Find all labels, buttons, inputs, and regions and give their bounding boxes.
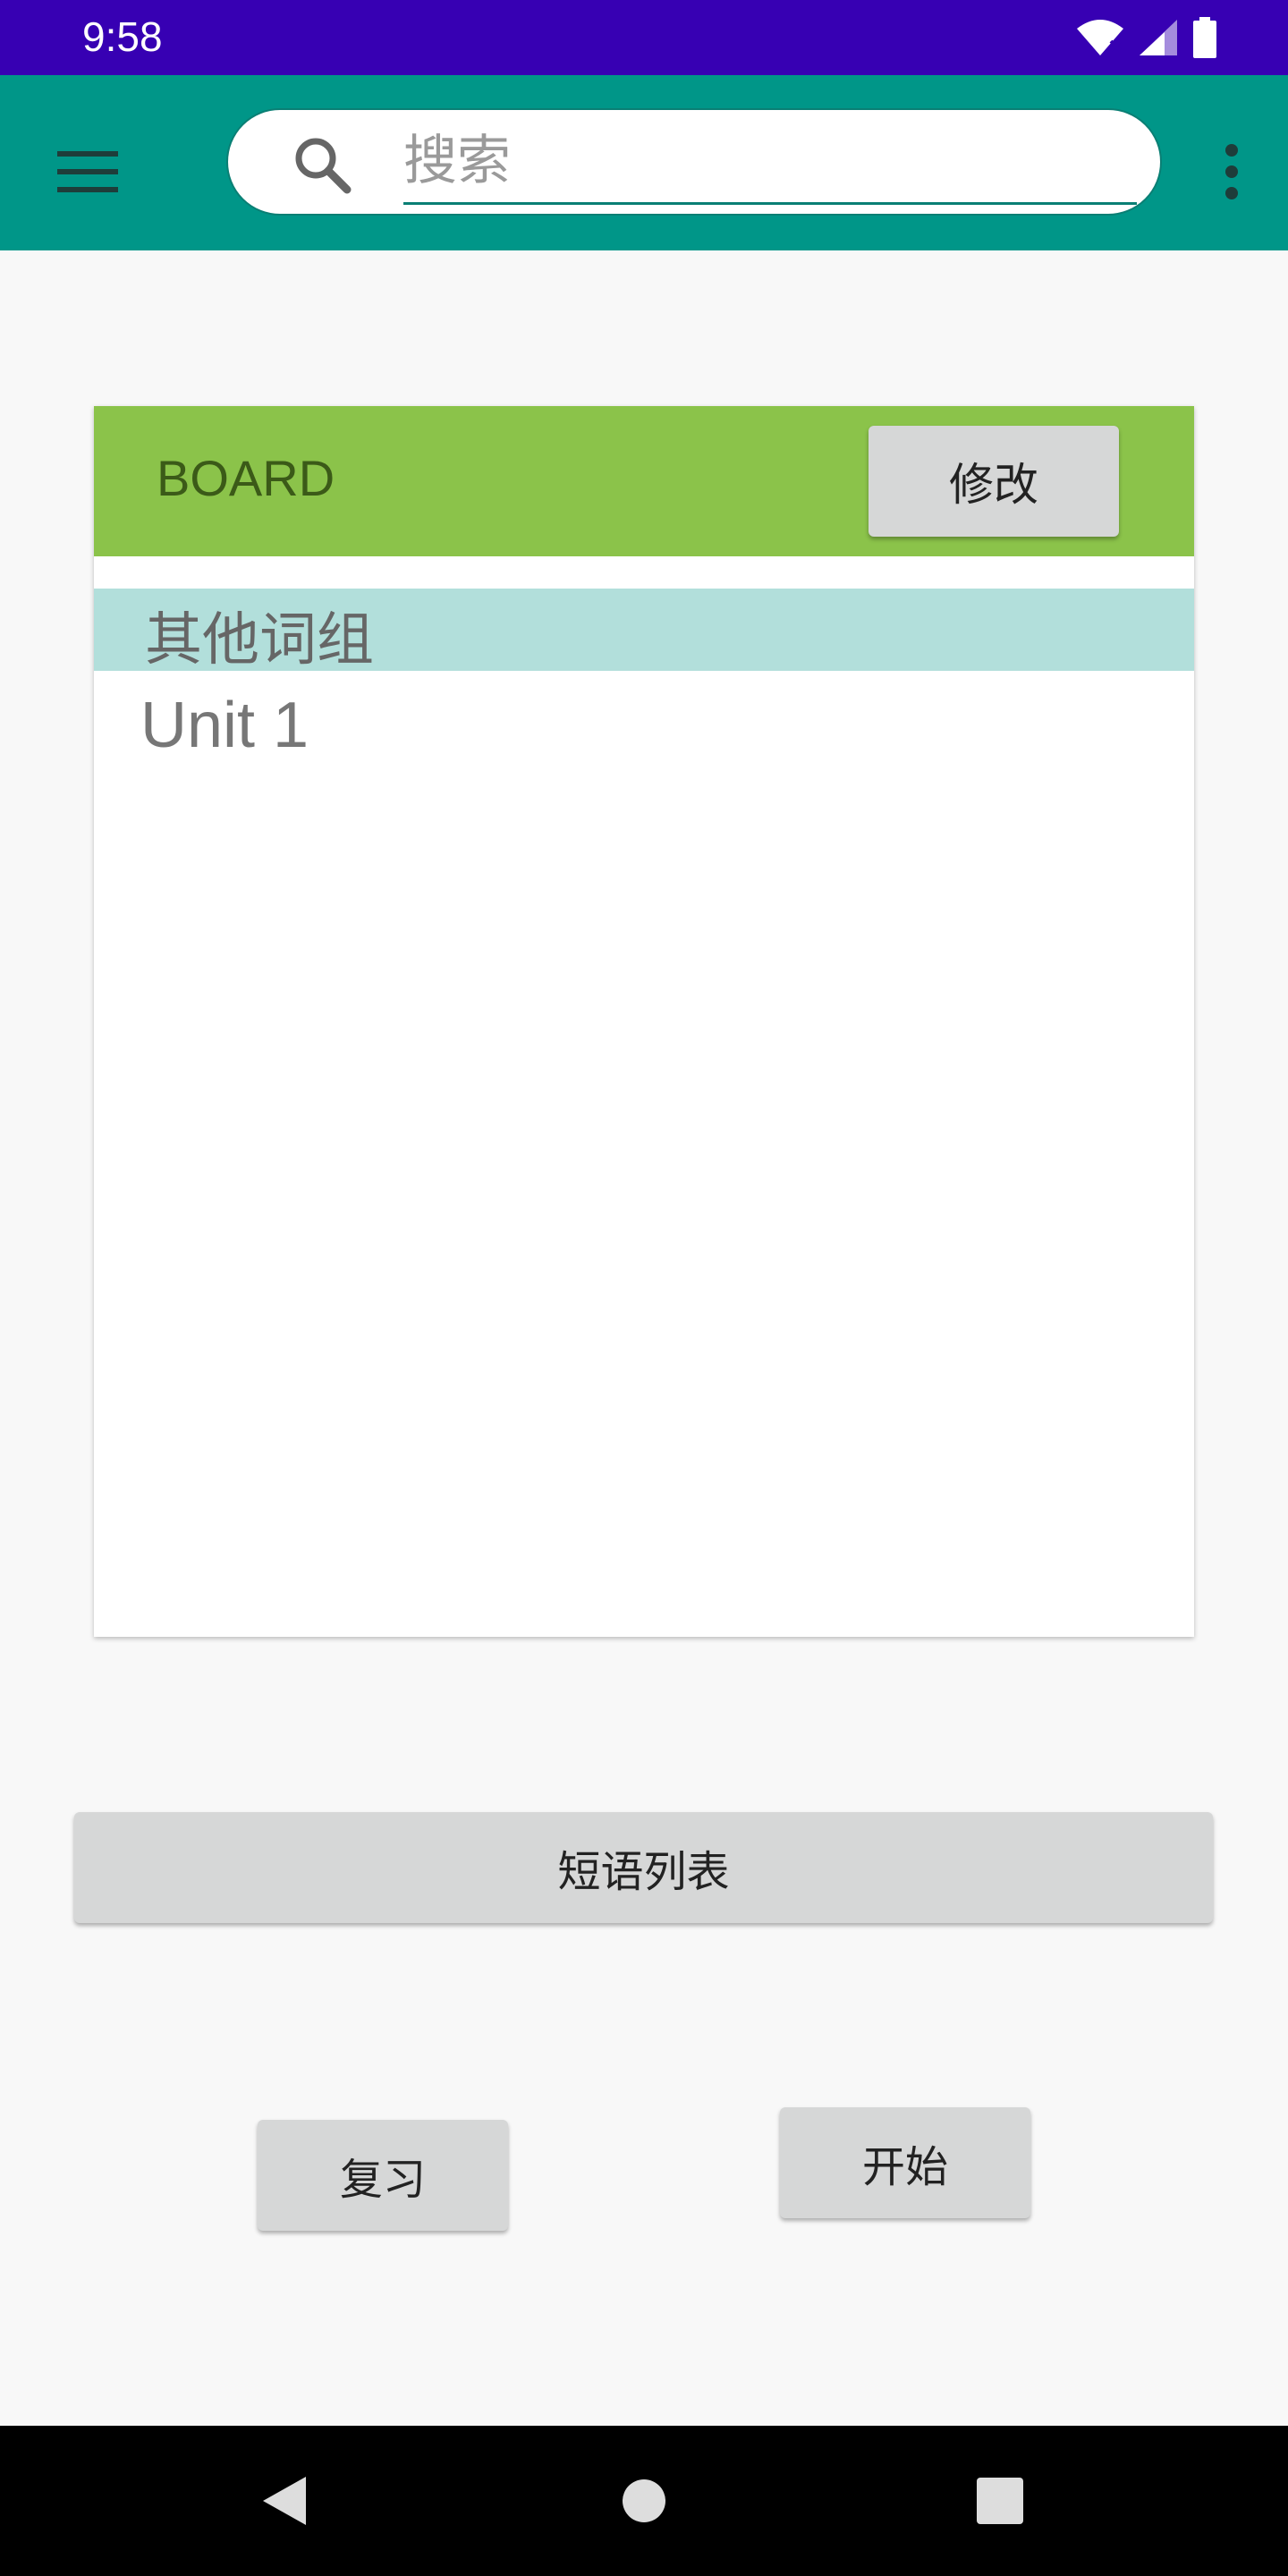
- more-options-button[interactable]: [1202, 129, 1261, 215]
- more-vert-icon: [1225, 144, 1238, 199]
- phrase-list-button[interactable]: 短语列表: [74, 1812, 1213, 1923]
- review-button[interactable]: 复习: [258, 2120, 508, 2231]
- hamburger-menu-icon: [57, 151, 118, 192]
- status-icons: [1075, 16, 1218, 59]
- navigation-bar: [0, 2426, 1288, 2576]
- group-header[interactable]: 其他词组: [94, 589, 1194, 674]
- search-bar[interactable]: [226, 108, 1162, 216]
- back-icon: [263, 2477, 306, 2525]
- menu-button[interactable]: [45, 129, 131, 215]
- group-header-label: 其他词组: [145, 607, 374, 674]
- wifi-icon: [1077, 20, 1123, 55]
- board-title: BOARD: [157, 450, 335, 506]
- recents-button[interactable]: [946, 2447, 1054, 2555]
- status-bar: 9:58: [0, 0, 1288, 75]
- list-item[interactable]: Unit 1: [140, 689, 309, 762]
- app-screen: 9:58 搜索 BOARD 修改 其他词组 Unit 1 短语列表 复习 开始: [0, 0, 1288, 2576]
- search-icon: [295, 138, 352, 194]
- board-card: BOARD 修改 其他词组 Unit 1: [94, 406, 1194, 1637]
- home-icon: [623, 2479, 665, 2522]
- signal-icon: [1140, 20, 1177, 55]
- board-header: BOARD 修改: [94, 406, 1194, 556]
- status-time: 9:58: [82, 13, 163, 60]
- recents-icon: [977, 2478, 1023, 2524]
- home-button[interactable]: [590, 2447, 698, 2555]
- search-input[interactable]: [403, 119, 1137, 205]
- battery-icon: [1193, 17, 1216, 58]
- app-bar: [0, 75, 1288, 250]
- edit-button[interactable]: 修改: [869, 426, 1119, 537]
- back-button[interactable]: [231, 2447, 338, 2555]
- start-button[interactable]: 开始: [780, 2107, 1030, 2218]
